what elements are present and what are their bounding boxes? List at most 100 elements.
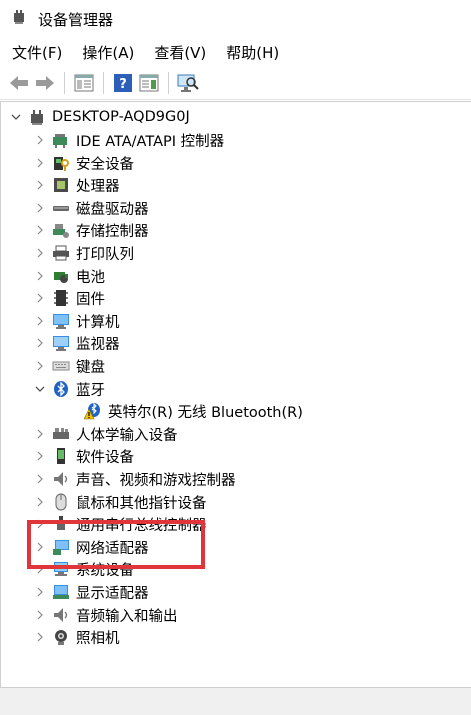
help-icon[interactable]: ? xyxy=(110,70,136,96)
title-bar: 设备管理器 xyxy=(0,0,471,38)
tree-item[interactable]: 显示适配器 xyxy=(32,581,149,603)
disk-drive-icon xyxy=(52,199,70,217)
chevron-right-icon[interactable] xyxy=(32,245,48,261)
software-device-icon xyxy=(52,447,70,465)
view-pane-icon[interactable] xyxy=(136,70,162,96)
chevron-right-icon[interactable] xyxy=(32,426,48,442)
chevron-right-icon[interactable] xyxy=(32,222,48,238)
toolbar-separator xyxy=(168,71,169,94)
tree-item-label: 监视器 xyxy=(76,336,120,353)
menu-file[interactable]: 文件(F) xyxy=(12,42,62,63)
chevron-right-icon[interactable] xyxy=(32,584,48,600)
tree-item[interactable]: IDE ATA/ATAPI 控制器 xyxy=(32,129,224,151)
tree-item-label: 打印队列 xyxy=(76,246,134,263)
sound-icon xyxy=(52,470,70,488)
bluetooth-icon xyxy=(52,380,70,398)
tree-item[interactable]: 电池 xyxy=(32,265,105,287)
camera-icon xyxy=(52,628,70,646)
processor-icon xyxy=(52,176,70,194)
back-arrow-icon[interactable] xyxy=(6,70,32,96)
mouse-icon xyxy=(52,493,70,511)
tree-item[interactable]: 音频输入和输出 xyxy=(32,604,178,626)
tree-item-label: 人体学输入设备 xyxy=(76,427,178,444)
chevron-right-icon[interactable] xyxy=(32,448,48,464)
tree-item[interactable]: 处理器 xyxy=(32,174,120,196)
chevron-down-icon[interactable] xyxy=(32,381,48,397)
chevron-right-icon[interactable] xyxy=(32,335,48,351)
tree-item-label: 磁盘驱动器 xyxy=(76,201,149,218)
tree-item-label: 显示适配器 xyxy=(76,585,149,602)
tree-item-label: 存储控制器 xyxy=(76,223,149,240)
security-device-icon xyxy=(52,154,70,172)
tree-item-label: 电池 xyxy=(76,269,105,286)
tree-item[interactable]: 声音、视频和游戏控制器 xyxy=(32,468,236,490)
menu-view[interactable]: 查看(V) xyxy=(154,42,206,63)
tree-item-label: IDE ATA/ATAPI 控制器 xyxy=(76,133,225,150)
storage-controller-icon xyxy=(52,221,70,239)
chevron-right-icon[interactable] xyxy=(32,607,48,623)
printer-icon xyxy=(52,244,70,262)
chevron-right-icon[interactable] xyxy=(32,358,48,374)
ide-controller-icon xyxy=(52,131,70,149)
tree-item[interactable]: 计算机 xyxy=(32,310,120,332)
tree-item-label: 安全设备 xyxy=(76,156,134,173)
tree-item[interactable]: 安全设备 xyxy=(32,152,134,174)
tree-item-label: 计算机 xyxy=(76,314,120,331)
chevron-down-icon[interactable] xyxy=(8,109,24,125)
tree-item[interactable]: 监视器 xyxy=(32,332,120,354)
tree-item[interactable]: 磁盘驱动器 xyxy=(32,197,149,219)
tree-item-label: 蓝牙 xyxy=(76,382,105,399)
tree-item[interactable]: 人体学输入设备 xyxy=(32,423,178,445)
tree-item[interactable]: 打印队列 xyxy=(32,242,134,264)
chevron-right-icon[interactable] xyxy=(32,268,48,284)
hid-icon xyxy=(52,425,70,443)
chevron-right-icon[interactable] xyxy=(32,313,48,329)
tree-item-label: 声音、视频和游戏控制器 xyxy=(76,472,236,489)
tree-item-label: 固件 xyxy=(76,291,105,308)
chevron-right-icon[interactable] xyxy=(32,132,48,148)
chevron-right-icon[interactable] xyxy=(32,177,48,193)
chevron-right-icon[interactable] xyxy=(32,200,48,216)
tree-item[interactable]: 固件 xyxy=(32,287,105,309)
tree-item[interactable]: 存储控制器 xyxy=(32,219,149,241)
menu-help[interactable]: 帮助(H) xyxy=(226,42,279,63)
monitor-icon xyxy=(52,334,70,352)
keyboard-icon xyxy=(52,357,70,375)
tree-item[interactable]: 鼠标和其他指针设备 xyxy=(32,491,207,513)
window-title: 设备管理器 xyxy=(38,10,114,29)
chevron-right-icon[interactable] xyxy=(32,290,48,306)
display-adapter-icon xyxy=(52,583,70,601)
toolbar-separator xyxy=(64,71,65,94)
tree-item-label: 鼠标和其他指针设备 xyxy=(76,495,207,512)
tree-item-label: 处理器 xyxy=(76,178,120,195)
status-bar xyxy=(0,687,471,715)
menu-action[interactable]: 操作(A) xyxy=(82,42,134,63)
chevron-right-icon[interactable] xyxy=(32,494,48,510)
tree-item[interactable]: 照相机 xyxy=(32,626,120,648)
chevron-right-icon[interactable] xyxy=(32,155,48,171)
forward-arrow-icon[interactable] xyxy=(32,70,58,96)
device-manager-app-icon xyxy=(12,8,30,30)
tree-item[interactable]: 键盘 xyxy=(32,355,105,377)
highlight-annotation-box xyxy=(27,520,205,569)
tree-item[interactable]: 蓝牙 xyxy=(32,378,105,400)
toolbar: ? xyxy=(0,66,471,100)
tree-item[interactable]: 英特尔(R) 无线 Bluetooth(R) xyxy=(64,400,303,422)
properties-pane-icon[interactable] xyxy=(71,70,97,96)
tree-item-label: 照相机 xyxy=(76,630,120,647)
menu-bar: 文件(F) 操作(A) 查看(V) 帮助(H) xyxy=(0,38,471,66)
tree-root-label: DESKTOP-AQD9G0J xyxy=(52,109,190,125)
scan-hardware-icon[interactable] xyxy=(175,70,201,96)
warning-bluetooth-icon xyxy=(84,402,102,420)
toolbar-separator xyxy=(103,71,104,94)
chevron-right-icon[interactable] xyxy=(32,471,48,487)
chevron-right-icon[interactable] xyxy=(32,629,48,645)
tree-item-label: 软件设备 xyxy=(76,449,134,466)
audio-io-icon xyxy=(52,606,70,624)
computer-icon xyxy=(52,312,70,330)
firmware-icon xyxy=(52,289,70,307)
tree-item[interactable]: 软件设备 xyxy=(32,445,134,467)
tree-root[interactable]: DESKTOP-AQD9G0J xyxy=(8,106,190,128)
tree-item-label: 音频输入和输出 xyxy=(76,608,178,625)
tree-item-label: 键盘 xyxy=(76,359,105,376)
